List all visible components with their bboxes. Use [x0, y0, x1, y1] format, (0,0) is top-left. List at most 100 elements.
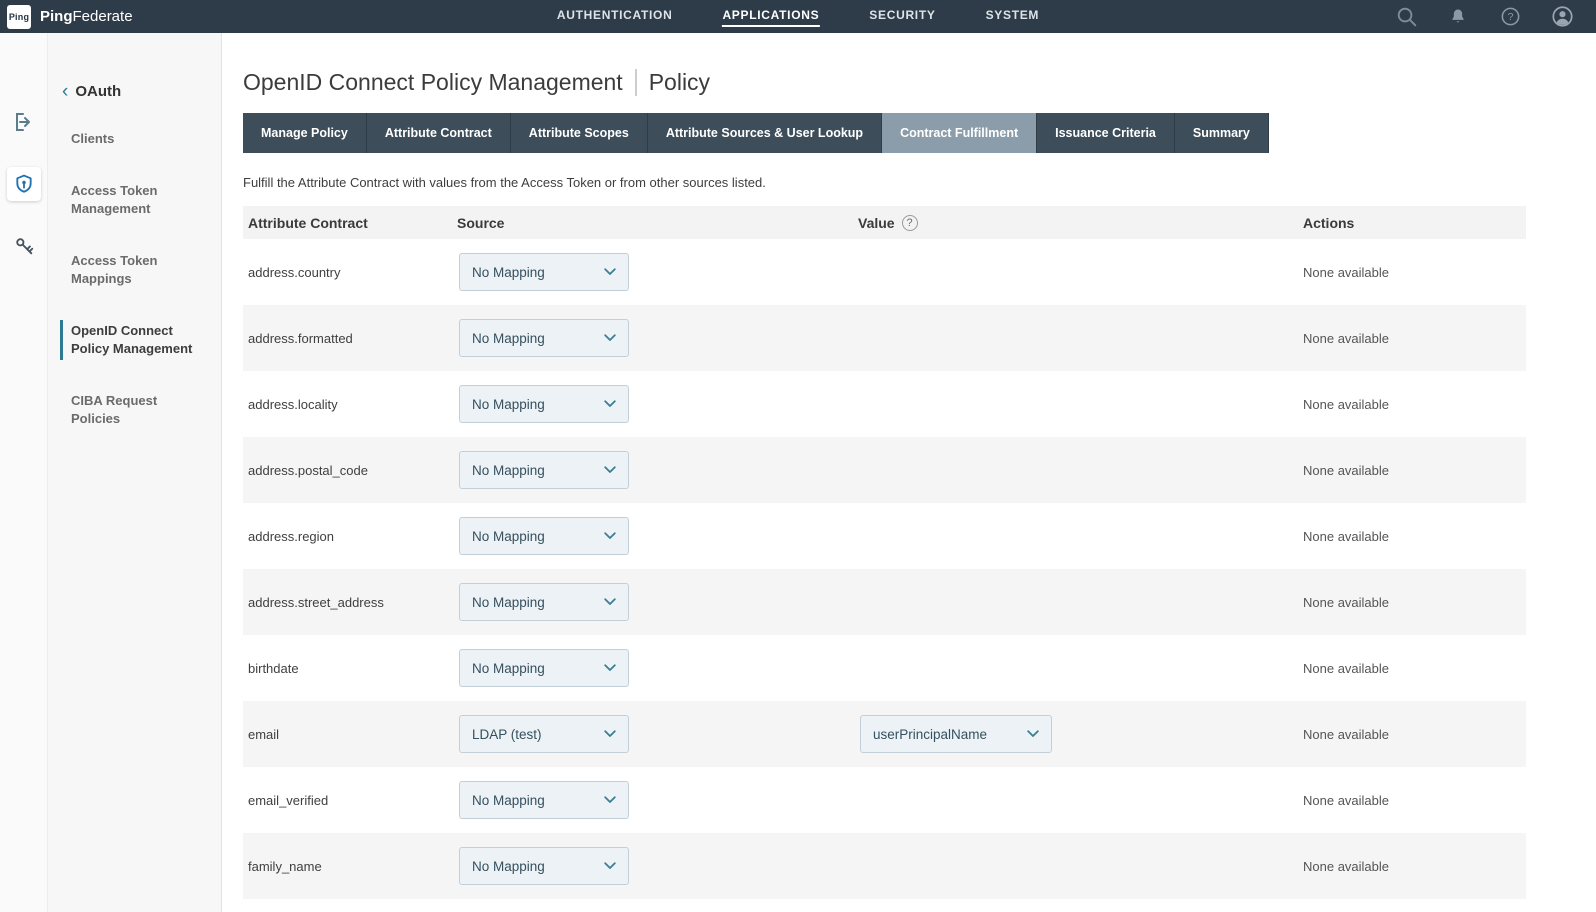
- nav-authentication[interactable]: AUTHENTICATION: [556, 6, 674, 27]
- actions-text: None available: [1303, 859, 1526, 874]
- table-row: email LDAP (test) userPrincipalName None…: [243, 701, 1526, 767]
- tab-contract-fulfillment[interactable]: Contract Fulfillment: [882, 113, 1037, 153]
- user-icon[interactable]: [1550, 5, 1574, 29]
- source-dropdown-value: No Mapping: [472, 859, 545, 874]
- sidebar-item-ciba-request-policies[interactable]: CIBA Request Policies: [60, 390, 221, 430]
- table-row: address.postal_code No Mapping None avai…: [243, 437, 1526, 503]
- bell-icon[interactable]: [1446, 5, 1470, 29]
- table-row: birthdate No Mapping None available: [243, 635, 1526, 701]
- actions-text: None available: [1303, 595, 1526, 610]
- value-dropdown[interactable]: userPrincipalName: [860, 715, 1052, 753]
- chevron-down-icon: [604, 268, 616, 276]
- source-dropdown[interactable]: No Mapping: [459, 451, 629, 489]
- source-dropdown-value: No Mapping: [472, 331, 545, 346]
- table-row: address.region No Mapping None available: [243, 503, 1526, 569]
- sidebar-item-clients[interactable]: Clients: [60, 128, 221, 150]
- source-dropdown[interactable]: No Mapping: [459, 583, 629, 621]
- source-dropdown[interactable]: No Mapping: [459, 847, 629, 885]
- tab-attribute-scopes[interactable]: Attribute Scopes: [511, 113, 648, 153]
- sidebar-item-openid-connect-policy-management[interactable]: OpenID Connect Policy Management: [60, 320, 221, 360]
- sidebar-nav: Clients Access Token Management Access Tok…: [48, 128, 221, 430]
- actions-text: None available: [1303, 331, 1526, 346]
- tab-manage-policy[interactable]: Manage Policy: [243, 113, 367, 153]
- source-dropdown[interactable]: No Mapping: [459, 517, 629, 555]
- attribute-name: email_verified: [243, 793, 457, 808]
- attribute-name: email: [243, 727, 457, 742]
- fulfillment-table: Attribute Contract Source Value ? Action…: [243, 206, 1526, 899]
- tab-issuance-criteria[interactable]: Issuance Criteria: [1037, 113, 1175, 153]
- search-icon[interactable]: [1394, 5, 1418, 29]
- page-title: OpenID Connect Policy Management Policy: [243, 69, 1526, 96]
- sidebar-section-header[interactable]: ‹ OAuth: [62, 83, 221, 100]
- oauth-icon[interactable]: [7, 167, 41, 201]
- page-title-main: OpenID Connect Policy Management: [243, 69, 623, 96]
- app-shell: ‹ OAuth Clients Access Token Management Ac…: [0, 33, 1596, 912]
- chevron-down-icon: [604, 796, 616, 804]
- actions-text: None available: [1303, 727, 1526, 742]
- tab-attribute-contract[interactable]: Attribute Contract: [367, 113, 511, 153]
- icon-rail: [0, 33, 48, 912]
- chevron-down-icon: [604, 664, 616, 672]
- nav-applications[interactable]: APPLICATIONS: [721, 6, 820, 27]
- attribute-name: address.postal_code: [243, 463, 457, 478]
- table-row: email_verified No Mapping None available: [243, 767, 1526, 833]
- attribute-name: birthdate: [243, 661, 457, 676]
- sidebar-item-access-token-management[interactable]: Access Token Management: [60, 180, 221, 220]
- help-icon[interactable]: ?: [1498, 5, 1522, 29]
- nav-system[interactable]: SYSTEM: [985, 6, 1041, 27]
- tab-bar: Manage PolicyAttribute ContractAttribute…: [243, 113, 1526, 153]
- source-dropdown[interactable]: No Mapping: [459, 253, 629, 291]
- actions-text: None available: [1303, 463, 1526, 478]
- source-dropdown[interactable]: No Mapping: [459, 649, 629, 687]
- source-dropdown-value: No Mapping: [472, 463, 545, 478]
- attribute-name: address.country: [243, 265, 457, 280]
- source-dropdown-value: No Mapping: [472, 793, 545, 808]
- source-dropdown-value: No Mapping: [472, 661, 545, 676]
- actions-text: None available: [1303, 529, 1526, 544]
- actions-text: None available: [1303, 793, 1526, 808]
- nav-security[interactable]: SECURITY: [868, 6, 936, 27]
- top-nav: AUTHENTICATION APPLICATIONS SECURITY SYSTEM: [556, 0, 1040, 33]
- column-header-actions: Actions: [1303, 215, 1526, 231]
- chevron-down-icon: [1027, 730, 1039, 738]
- table-header-row: Attribute Contract Source Value ? Action…: [243, 206, 1526, 239]
- table-row: address.street_address No Mapping None a…: [243, 569, 1526, 635]
- source-dropdown[interactable]: No Mapping: [459, 319, 629, 357]
- sidebar: ‹ OAuth Clients Access Token Management Ac…: [48, 33, 222, 912]
- main-content: OpenID Connect Policy Management Policy …: [222, 33, 1596, 912]
- connections-icon[interactable]: [7, 105, 41, 139]
- source-dropdown-value: No Mapping: [472, 265, 545, 280]
- tab-summary[interactable]: Summary: [1175, 113, 1269, 153]
- page-title-sub: Policy: [649, 69, 710, 96]
- chevron-down-icon: [604, 532, 616, 540]
- attribute-name: address.region: [243, 529, 457, 544]
- grants-icon[interactable]: [7, 229, 41, 263]
- table-body: address.country No Mapping None availabl…: [243, 239, 1526, 899]
- value-help-icon[interactable]: ?: [902, 215, 918, 231]
- table-row: address.formatted No Mapping None availa…: [243, 305, 1526, 371]
- sidebar-section-title: OAuth: [75, 83, 121, 100]
- chevron-down-icon: [604, 598, 616, 606]
- sidebar-item-access-token-mappings[interactable]: Access Token Mappings: [60, 250, 221, 290]
- chevron-down-icon: [604, 334, 616, 342]
- header-actions: ?: [1394, 5, 1596, 29]
- chevron-down-icon: [604, 400, 616, 408]
- source-dropdown-value: LDAP (test): [472, 727, 542, 742]
- source-dropdown[interactable]: No Mapping: [459, 385, 629, 423]
- tab-attribute-sources-user-lookup[interactable]: Attribute Sources & User Lookup: [648, 113, 882, 153]
- actions-text: None available: [1303, 265, 1526, 280]
- app-title-regular: Federate: [73, 8, 133, 25]
- app-title: PingFederate: [40, 8, 133, 25]
- column-header-source: Source: [457, 215, 858, 231]
- title-divider: [635, 69, 637, 96]
- source-dropdown[interactable]: LDAP (test): [459, 715, 629, 753]
- column-header-value: Value ?: [858, 215, 1303, 231]
- svg-text:?: ?: [1507, 11, 1513, 23]
- app-title-bold: Ping: [40, 8, 73, 25]
- top-header: Ping PingFederate AUTHENTICATION APPLICAT…: [0, 0, 1596, 33]
- column-header-attribute-contract: Attribute Contract: [243, 215, 457, 231]
- chevron-down-icon: [604, 466, 616, 474]
- source-dropdown[interactable]: No Mapping: [459, 781, 629, 819]
- chevron-left-icon: ‹: [62, 85, 68, 99]
- attribute-name: address.formatted: [243, 331, 457, 346]
